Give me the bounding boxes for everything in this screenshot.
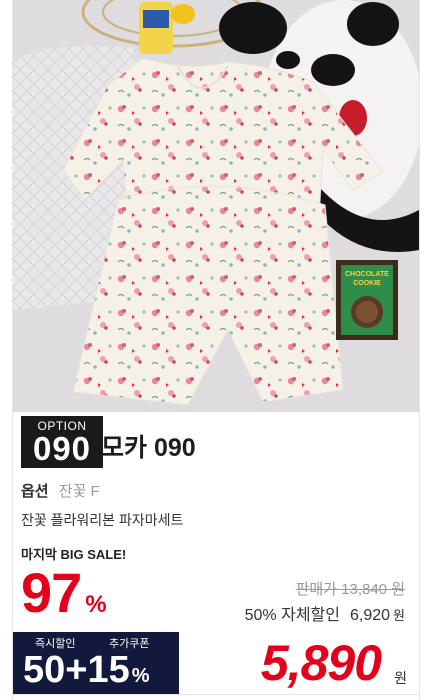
final-price: 5,890	[260, 635, 382, 691]
original-price: 판매가 13,840 원	[295, 581, 405, 598]
discount-rate: 97%	[21, 560, 107, 625]
chocolate-box-subtitle: COOKIE	[353, 280, 381, 287]
deal-combo-value: 50+15	[23, 649, 130, 691]
self-discount-label: 50% 자체할인	[244, 607, 340, 624]
product-photo[interactable]: CHOCOLATE COOKIE	[13, 0, 419, 412]
chocolate-box-title: CHOCOLATE	[345, 271, 389, 278]
option-badge: OPTION 090	[21, 416, 103, 468]
product-title[interactable]: 모카 090	[101, 428, 196, 464]
option-value: 잔꽃 F	[58, 483, 100, 500]
bottom-divider	[13, 694, 419, 695]
option-badge-number: 090	[32, 430, 92, 467]
option-row: 옵션 잔꽃 F	[21, 480, 100, 501]
final-price-unit: 원	[394, 670, 407, 686]
pajama-set-image: CHOCOLATE COOKIE	[13, 0, 419, 412]
coupon-deal-box[interactable]: 즉시할인 추가쿠폰 50+15%	[13, 632, 179, 694]
product-description: 잔꽃 플라워리본 파자마세트	[21, 512, 184, 528]
product-card[interactable]: CHOCOLATE COOKIE OPTION 090 모카 090 옵션 잔꽃…	[12, 0, 420, 700]
discount-symbol: %	[85, 591, 107, 618]
self-discount-row: 50% 자체할인 6,920 원	[245, 601, 405, 625]
deal-combo: 50+15%	[23, 649, 150, 692]
self-discount-unit: 원	[393, 608, 405, 623]
discount-number: 97	[21, 561, 82, 624]
self-discount-price: 6,920	[349, 607, 391, 624]
option-key: 옵션	[21, 483, 49, 500]
deal-combo-percent: %	[131, 665, 150, 687]
